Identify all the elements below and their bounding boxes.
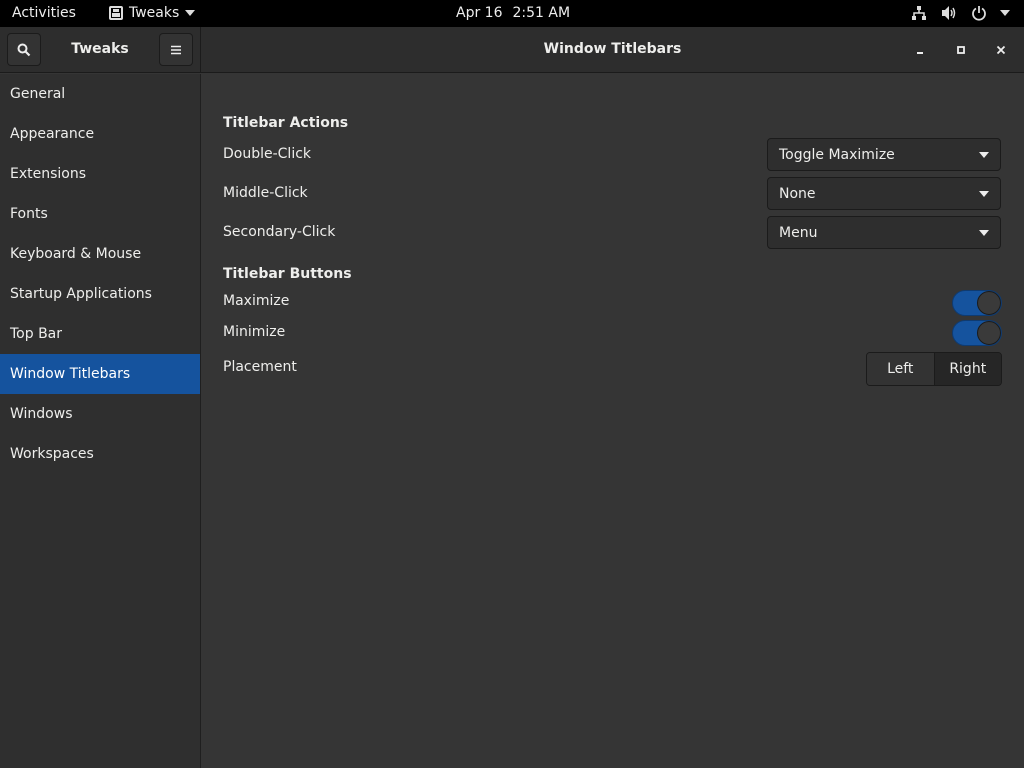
hamburger-icon: [171, 45, 181, 54]
search-button[interactable]: [7, 33, 41, 66]
placement-label: Placement: [223, 359, 297, 375]
system-top-bar: Activities Tweaks Apr 16 2:51 AM: [0, 0, 1024, 27]
app-menu-button[interactable]: Tweaks: [109, 5, 196, 21]
tweaks-app-icon: [109, 6, 123, 20]
maximize-toggle[interactable]: [952, 290, 1002, 316]
chevron-down-icon: [979, 191, 989, 197]
close-icon: [996, 45, 1006, 55]
activities-button[interactable]: Activities: [12, 5, 76, 21]
search-icon: [17, 43, 31, 56]
app-title: Tweaks: [71, 41, 129, 57]
system-tray[interactable]: [910, 4, 1010, 22]
maximize-icon: [957, 46, 965, 54]
tweaks-window: Tweaks Window Titlebars General Appearan…: [0, 27, 1024, 768]
chevron-down-icon: [979, 230, 989, 236]
maximize-window-button[interactable]: [950, 39, 972, 61]
settings-panel: Titlebar Actions Double-Click Toggle Max…: [201, 74, 1024, 768]
minimize-label: Minimize: [223, 324, 286, 340]
sidebar-item-extensions[interactable]: Extensions: [0, 154, 200, 194]
maximize-label: Maximize: [223, 293, 290, 309]
chevron-down-icon: [185, 10, 196, 16]
clock-date: Apr 16: [456, 5, 503, 21]
middle-click-label: Middle-Click: [223, 185, 308, 201]
titlebar-actions-heading: Titlebar Actions: [223, 115, 349, 131]
network-icon: [910, 4, 928, 22]
sidebar-item-general[interactable]: General: [0, 74, 200, 114]
chevron-down-icon: [979, 152, 989, 158]
chevron-down-icon: [1000, 10, 1010, 16]
volume-icon: [940, 4, 958, 22]
toggle-knob: [977, 321, 1001, 345]
middle-click-value: None: [779, 185, 816, 202]
minimize-window-button[interactable]: [910, 39, 932, 61]
sidebar-item-workspaces[interactable]: Workspaces: [0, 434, 200, 474]
titlebar-buttons-heading: Titlebar Buttons: [223, 266, 352, 282]
menu-button[interactable]: [159, 33, 193, 66]
minimize-icon: [917, 52, 923, 54]
double-click-dropdown[interactable]: Toggle Maximize: [767, 138, 1001, 171]
sidebar-header: Tweaks: [0, 27, 201, 73]
header-bar: Tweaks Window Titlebars: [0, 27, 1024, 73]
secondary-click-value: Menu: [779, 224, 818, 241]
toggle-knob: [977, 291, 1001, 315]
sidebar-item-windows[interactable]: Windows: [0, 394, 200, 434]
placement-left-button[interactable]: Left: [867, 353, 934, 385]
secondary-click-label: Secondary-Click: [223, 224, 336, 240]
power-icon: [970, 4, 988, 22]
middle-click-dropdown[interactable]: None: [767, 177, 1001, 210]
clock-time: 2:51 AM: [512, 5, 571, 21]
secondary-click-dropdown[interactable]: Menu: [767, 216, 1001, 249]
minimize-toggle[interactable]: [952, 320, 1002, 346]
sidebar-item-fonts[interactable]: Fonts: [0, 194, 200, 234]
sidebar-item-keyboard-mouse[interactable]: Keyboard & Mouse: [0, 234, 200, 274]
app-menu-label: Tweaks: [129, 5, 180, 21]
sidebar-item-top-bar[interactable]: Top Bar: [0, 314, 200, 354]
sidebar-item-appearance[interactable]: Appearance: [0, 114, 200, 154]
sidebar: General Appearance Extensions Fonts Keyb…: [0, 74, 201, 768]
clock-button[interactable]: Apr 16 2:51 AM: [456, 5, 570, 21]
double-click-value: Toggle Maximize: [779, 146, 895, 163]
double-click-label: Double-Click: [223, 146, 312, 162]
close-window-button[interactable]: [990, 39, 1012, 61]
sidebar-item-window-titlebars[interactable]: Window Titlebars: [0, 354, 200, 394]
placement-right-button[interactable]: Right: [933, 353, 1001, 385]
sidebar-item-startup-applications[interactable]: Startup Applications: [0, 274, 200, 314]
placement-selector: Left Right: [866, 352, 1002, 386]
page-title: Window Titlebars: [543, 41, 682, 57]
